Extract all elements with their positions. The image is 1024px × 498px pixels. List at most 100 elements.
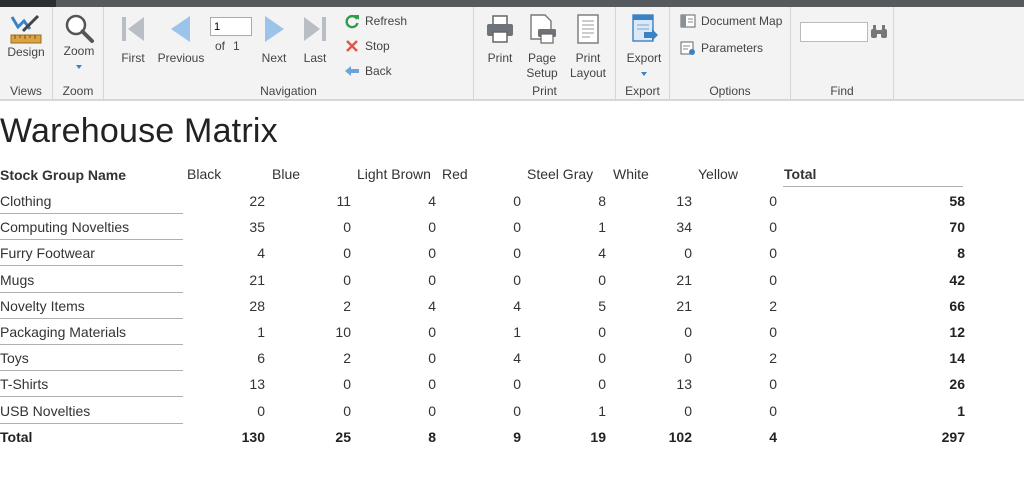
matrix-cell: 2 bbox=[769, 350, 777, 367]
zoom-label: Zoom bbox=[63, 44, 95, 58]
print-group: Print Page Setup Print Layout Print bbox=[474, 7, 616, 100]
matrix-cell: 2 bbox=[343, 297, 351, 314]
total-header-underline bbox=[783, 186, 963, 187]
page-count: of 1 bbox=[215, 39, 240, 53]
page-setup-button[interactable]: Page Setup bbox=[522, 13, 562, 81]
first-page-button[interactable]: First bbox=[114, 13, 152, 66]
matrix-cell: 10 bbox=[335, 324, 351, 340]
matrix-cell: 0 bbox=[769, 376, 777, 393]
page-number-input[interactable] bbox=[210, 17, 252, 36]
matrix-cell: 0 bbox=[769, 219, 777, 236]
matrix-cell: 0 bbox=[343, 402, 351, 419]
stock-group-name: Computing Novelties bbox=[0, 219, 130, 236]
row-total-cell: 1 bbox=[957, 402, 965, 419]
parameters-button[interactable]: Parameters bbox=[680, 40, 763, 56]
parameters-label: Parameters bbox=[701, 41, 764, 55]
zoom-dropdown-arrow-icon[interactable] bbox=[76, 65, 82, 69]
document-map-icon bbox=[680, 14, 696, 28]
row-total-cell: 66 bbox=[949, 297, 965, 314]
back-button[interactable]: Back bbox=[344, 63, 392, 79]
matrix-cell: 4 bbox=[428, 297, 436, 314]
matrix-cell: 4 bbox=[769, 428, 777, 445]
column-header-yellow: Yellow bbox=[698, 166, 738, 182]
row-total-cell: 14 bbox=[949, 350, 965, 367]
matrix-cell: 0 bbox=[428, 402, 436, 419]
stop-label: Stop bbox=[365, 39, 390, 53]
top-bar-accent bbox=[0, 0, 56, 7]
print-button[interactable]: Print bbox=[482, 13, 518, 66]
matrix-cell: 0 bbox=[598, 271, 606, 288]
grand-total-cell: 297 bbox=[941, 428, 965, 445]
matrix-cell: 0 bbox=[598, 376, 606, 393]
matrix-cell: 6 bbox=[257, 350, 265, 367]
page-setup-label-2: Setup bbox=[526, 66, 558, 80]
report-viewer-toolbar: Design Views Zoom Zoom First Previous 1 … bbox=[0, 7, 1024, 100]
matrix-cell: 13 bbox=[676, 376, 692, 393]
document-map-button[interactable]: Document Map bbox=[680, 13, 782, 29]
next-page-icon bbox=[265, 16, 284, 42]
find-input[interactable] bbox=[800, 22, 868, 42]
find-group-label: Find bbox=[830, 84, 854, 98]
previous-page-button[interactable]: Previous bbox=[156, 13, 206, 66]
matrix-cell: 0 bbox=[428, 324, 436, 340]
stop-button[interactable]: Stop bbox=[344, 38, 390, 54]
table-row: Computing Novelties 35 0 0 0 1 34 0 70 bbox=[0, 214, 1024, 241]
table-row: Packaging Materials 1 10 0 1 0 0 0 12 bbox=[0, 319, 1024, 345]
binoculars-icon[interactable] bbox=[870, 24, 888, 40]
views-group-label: Views bbox=[10, 84, 42, 98]
export-label: Export bbox=[626, 51, 662, 65]
print-label: Print bbox=[487, 51, 513, 65]
export-button[interactable]: Export bbox=[624, 13, 664, 76]
find-group: Find bbox=[791, 7, 894, 100]
matrix-cell: 8 bbox=[598, 193, 606, 209]
zoom-button[interactable]: Zoom bbox=[60, 12, 98, 69]
matrix-cell: 9 bbox=[513, 428, 521, 445]
navigation-group-label: Navigation bbox=[260, 84, 317, 98]
matrix-cell: 0 bbox=[428, 245, 436, 262]
matrix-cell: 11 bbox=[336, 193, 351, 209]
matrix-cell: 0 bbox=[769, 193, 777, 209]
previous-label: Previous bbox=[157, 51, 205, 65]
matrix-cell: 0 bbox=[684, 350, 692, 367]
matrix-cell: 1 bbox=[598, 402, 606, 419]
print-group-label: Print bbox=[532, 84, 557, 98]
matrix-cell: 28 bbox=[249, 297, 265, 314]
matrix-cell: 0 bbox=[513, 402, 521, 419]
matrix-cell: 25 bbox=[335, 428, 351, 445]
column-header-red: Red bbox=[442, 166, 468, 182]
matrix-cell: 2 bbox=[769, 297, 777, 314]
matrix-cell: 5 bbox=[598, 297, 606, 314]
column-header-black: Black bbox=[187, 166, 222, 182]
design-label: Design bbox=[7, 45, 45, 59]
back-arrow-icon bbox=[345, 66, 359, 76]
matrix-cell: 13 bbox=[249, 376, 265, 393]
total-pages: 1 bbox=[233, 39, 240, 53]
matrix-cell: 0 bbox=[684, 245, 692, 262]
matrix-cell: 0 bbox=[513, 193, 521, 209]
document-map-label: Document Map bbox=[701, 14, 783, 28]
export-dropdown-arrow-icon[interactable] bbox=[641, 72, 647, 76]
matrix-cell: 0 bbox=[428, 271, 436, 288]
matrix-cell: 0 bbox=[343, 219, 351, 236]
print-layout-button[interactable]: Print Layout bbox=[566, 13, 610, 81]
matrix-cell: 0 bbox=[769, 402, 777, 419]
stock-group-name: Toys bbox=[0, 350, 29, 367]
matrix-cell: 0 bbox=[343, 376, 351, 393]
matrix-cell: 21 bbox=[676, 297, 692, 314]
stock-group-name: Furry Footwear bbox=[0, 245, 95, 262]
matrix-cell: 0 bbox=[684, 402, 692, 419]
print-layout-label-1: Print bbox=[575, 51, 601, 65]
refresh-icon bbox=[345, 14, 359, 29]
column-header-light-brown: Light Brown bbox=[357, 166, 431, 182]
next-label: Next bbox=[261, 51, 287, 65]
views-group: Design Views bbox=[0, 7, 53, 100]
parameters-icon bbox=[680, 41, 695, 55]
refresh-button[interactable]: Refresh bbox=[344, 13, 407, 29]
printer-icon bbox=[487, 15, 513, 43]
matrix-cell: 0 bbox=[513, 271, 521, 288]
table-row: Mugs 21 0 0 0 0 21 0 42 bbox=[0, 267, 1024, 293]
matrix-cell: 2 bbox=[343, 350, 351, 367]
design-button[interactable]: Design bbox=[6, 13, 46, 60]
last-page-button[interactable]: Last bbox=[297, 13, 333, 66]
next-page-button[interactable]: Next bbox=[256, 13, 292, 66]
